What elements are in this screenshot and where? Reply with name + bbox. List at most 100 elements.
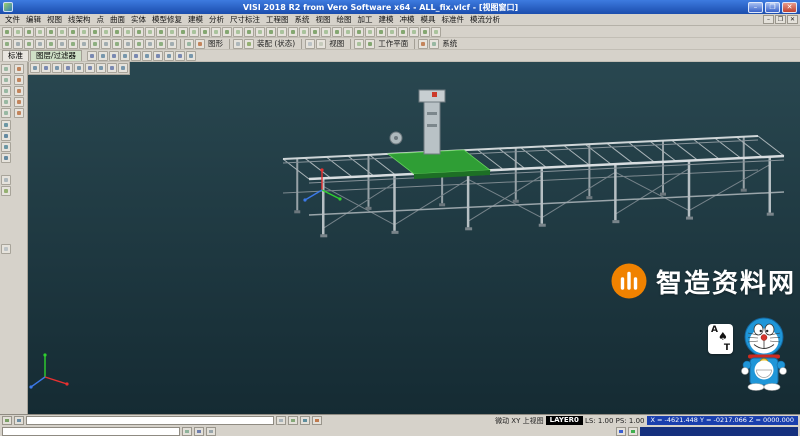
tab-standard[interactable]: 标准: [2, 50, 29, 61]
sidebar-icon[interactable]: [1, 131, 11, 141]
menu-item[interactable]: 点: [94, 14, 108, 25]
toolbar-icon[interactable]: [46, 27, 56, 37]
menu-item[interactable]: 标准件: [439, 14, 468, 25]
tab-layer-filter[interactable]: 图层/过滤器: [30, 50, 82, 61]
toolbar-icon[interactable]: [2, 39, 12, 49]
sidebar-icon[interactable]: [1, 97, 11, 107]
toolbar-icon[interactable]: [167, 39, 177, 49]
sidebar-icon[interactable]: [1, 75, 11, 85]
sidebar-icon[interactable]: [1, 244, 11, 254]
toolbar-icon[interactable]: [343, 27, 353, 37]
toolbar-icon[interactable]: [365, 27, 375, 37]
menu-item[interactable]: 视图: [44, 14, 65, 25]
toolbar-icon[interactable]: [244, 27, 254, 37]
quickbar-icon[interactable]: [52, 63, 62, 73]
toolbar-icon[interactable]: [266, 27, 276, 37]
toolbar-icon[interactable]: [112, 39, 122, 49]
child-close-button[interactable]: ✕: [787, 15, 798, 24]
layer-badge[interactable]: LAYER0: [546, 416, 583, 425]
child-restore-button[interactable]: ❐: [775, 15, 786, 24]
menu-item[interactable]: 模流分析: [467, 14, 503, 25]
menu-item[interactable]: 系统: [292, 14, 313, 25]
toolbar-icon[interactable]: [134, 27, 144, 37]
quickbar-icon[interactable]: [107, 63, 117, 73]
toolbar-icon[interactable]: [189, 27, 199, 37]
color-swatch-green[interactable]: [628, 427, 638, 436]
quickbar-icon[interactable]: [30, 63, 40, 73]
sidebar-icon[interactable]: [14, 64, 24, 74]
toolbar-icon[interactable]: [211, 27, 221, 37]
status-icon[interactable]: [288, 416, 298, 425]
ribbon-group-view[interactable]: 视图: [326, 38, 347, 49]
group-icon[interactable]: [233, 39, 243, 49]
toolbar-icon[interactable]: [13, 27, 23, 37]
toolbar-icon[interactable]: [277, 27, 287, 37]
menu-item[interactable]: 工程图: [263, 14, 292, 25]
toolbar-icon[interactable]: [376, 27, 386, 37]
sidebar-icon[interactable]: [1, 108, 11, 118]
status-icon[interactable]: [276, 416, 286, 425]
status-icon[interactable]: [300, 416, 310, 425]
toolbar-icon[interactable]: [134, 39, 144, 49]
sidebar-icon[interactable]: [1, 86, 11, 96]
toolbar-icon[interactable]: [79, 27, 89, 37]
menu-item[interactable]: 建模: [185, 14, 206, 25]
toolbar-icon[interactable]: [222, 27, 232, 37]
ribbon-group-workplane[interactable]: 工作平面: [375, 38, 411, 49]
toolbar-icon[interactable]: [112, 27, 122, 37]
toolbar-icon[interactable]: [387, 27, 397, 37]
close-button[interactable]: ✕: [782, 2, 797, 13]
ribbon-group-assembly[interactable]: 装配 (状态): [254, 38, 298, 49]
toolbar-icon[interactable]: [68, 39, 78, 49]
sidebar-icon[interactable]: [1, 120, 11, 130]
status-icon[interactable]: [182, 427, 192, 436]
toolbar-icon[interactable]: [153, 51, 163, 61]
toolbar-icon[interactable]: [79, 39, 89, 49]
menu-item[interactable]: 加工: [355, 14, 376, 25]
toolbar-icon[interactable]: [156, 27, 166, 37]
status-icon[interactable]: [194, 427, 204, 436]
sidebar-icon[interactable]: [14, 86, 24, 96]
toolbar-icon[interactable]: [164, 51, 174, 61]
toolbar-icon[interactable]: [101, 27, 111, 37]
group-icon[interactable]: [305, 39, 315, 49]
sidebar-icon[interactable]: [1, 186, 11, 196]
toolbar-icon[interactable]: [101, 39, 111, 49]
toolbar-icon[interactable]: [332, 27, 342, 37]
group-icon[interactable]: [195, 39, 205, 49]
color-swatch-blue[interactable]: [616, 427, 626, 436]
toolbar-icon[interactable]: [431, 27, 441, 37]
toolbar-icon[interactable]: [123, 27, 133, 37]
toolbar-icon[interactable]: [57, 39, 67, 49]
toolbar-icon[interactable]: [398, 27, 408, 37]
group-icon[interactable]: [429, 39, 439, 49]
quickbar-icon[interactable]: [74, 63, 84, 73]
toolbar-icon[interactable]: [57, 27, 67, 37]
child-minimize-button[interactable]: –: [763, 15, 774, 24]
toolbar-icon[interactable]: [109, 51, 119, 61]
status-icon[interactable]: [312, 416, 322, 425]
toolbar-icon[interactable]: [186, 51, 196, 61]
viewport-canvas[interactable]: 智造资料网 A ♠ T: [28, 62, 800, 414]
toolbar-icon[interactable]: [156, 39, 166, 49]
sidebar-icon[interactable]: [1, 175, 11, 185]
quickbar-icon[interactable]: [96, 63, 106, 73]
toolbar-icon[interactable]: [167, 27, 177, 37]
snap-mode-label[interactable]: 微动 XY 上视图: [495, 416, 544, 426]
group-icon[interactable]: [354, 39, 364, 49]
toolbar-icon[interactable]: [175, 51, 185, 61]
quickbar-icon[interactable]: [63, 63, 73, 73]
toolbar-icon[interactable]: [35, 27, 45, 37]
toolbar-icon[interactable]: [178, 27, 188, 37]
maximize-button[interactable]: ❐: [765, 2, 780, 13]
toolbar-icon[interactable]: [2, 27, 12, 37]
menu-item[interactable]: 建模: [376, 14, 397, 25]
menu-item[interactable]: 线架构: [65, 14, 94, 25]
toolbar-icon[interactable]: [46, 39, 56, 49]
toolbar-icon[interactable]: [409, 27, 419, 37]
sidebar-icon[interactable]: [14, 75, 24, 85]
toolbar-icon[interactable]: [145, 39, 155, 49]
status-icon[interactable]: [14, 416, 24, 425]
menu-item[interactable]: 模型修复: [149, 14, 185, 25]
toolbar-icon[interactable]: [233, 27, 243, 37]
